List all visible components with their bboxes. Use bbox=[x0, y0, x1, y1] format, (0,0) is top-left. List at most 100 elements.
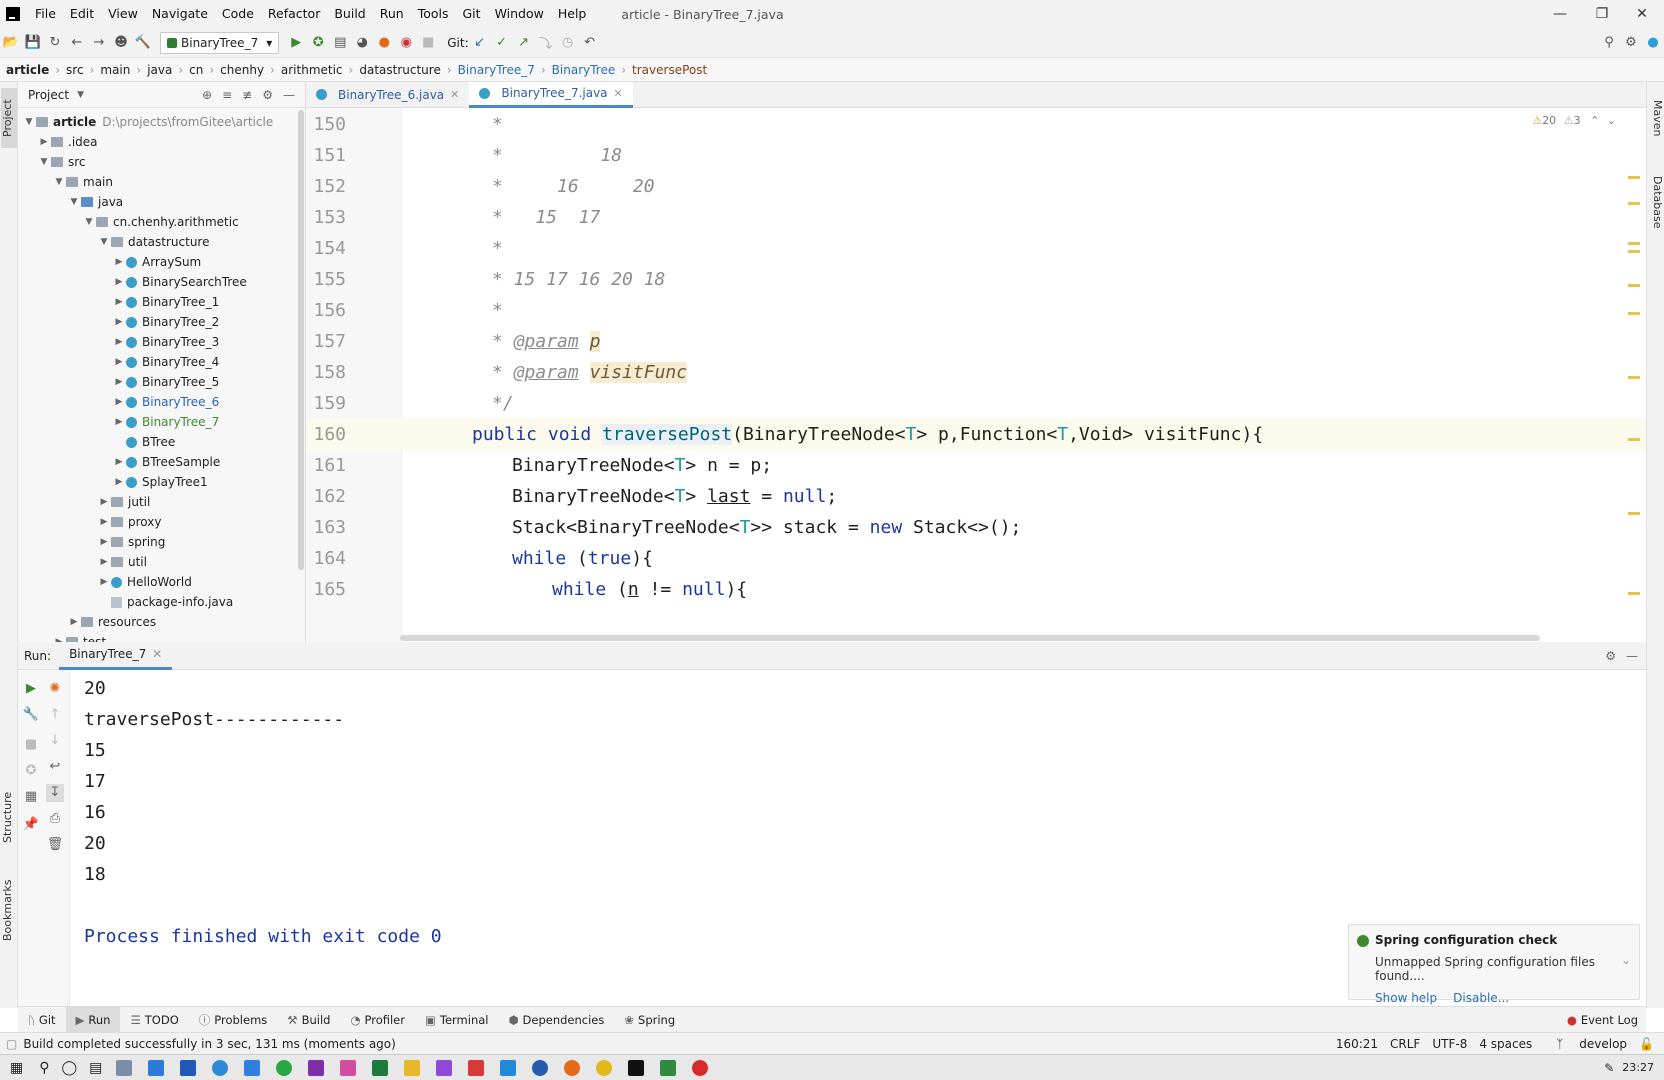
scroll-to-end-icon[interactable]: ↧ bbox=[46, 784, 64, 802]
chevron-right-icon[interactable]: ▶ bbox=[97, 517, 111, 527]
chevron-right-icon[interactable]: ▶ bbox=[112, 317, 126, 327]
tool-window-terminal[interactable]: ▣ Terminal bbox=[415, 1007, 498, 1033]
breadcrumb-item[interactable]: chenhy bbox=[214, 63, 270, 77]
tree-item[interactable]: ▶ BinaryTree_4 bbox=[18, 352, 305, 372]
menu-item-build[interactable]: Build bbox=[327, 0, 372, 28]
vcs-user-icon[interactable]: ☻ bbox=[110, 32, 132, 54]
coverage-icon[interactable]: ▤ bbox=[329, 32, 351, 54]
chevron-down-icon[interactable]: ▼ bbox=[52, 177, 66, 187]
rerun-icon[interactable]: ▶ bbox=[22, 680, 40, 698]
app-grid-icon[interactable] bbox=[468, 1059, 485, 1076]
calculator-icon[interactable] bbox=[116, 1059, 133, 1076]
layout-toggle-icon[interactable]: ▢ bbox=[6, 1037, 17, 1051]
scroll-marker[interactable] bbox=[1628, 312, 1640, 315]
tool-window-git[interactable]: ᚢ Git bbox=[18, 1007, 66, 1033]
store-icon[interactable] bbox=[180, 1059, 197, 1076]
chevron-right-icon[interactable]: ▶ bbox=[97, 577, 111, 587]
close-icon[interactable]: ✕ bbox=[152, 647, 162, 661]
excel-alt-icon[interactable] bbox=[660, 1059, 677, 1076]
search-icon[interactable]: ⚲ bbox=[39, 1060, 49, 1076]
tree-item[interactable]: package-info.java bbox=[18, 592, 305, 612]
tree-item[interactable]: ▶ BTreeSample bbox=[18, 452, 305, 472]
breadcrumb-item[interactable]: BinaryTree_7 bbox=[452, 63, 541, 77]
tree-item[interactable]: ▶ BinaryTree_1 bbox=[18, 292, 305, 312]
chevron-up-icon[interactable]: ⌃ bbox=[1590, 114, 1599, 127]
tree-item[interactable]: ▼ java bbox=[18, 192, 305, 212]
tool-window-run[interactable]: ▶ Run bbox=[65, 1006, 121, 1033]
cortana-icon[interactable]: ◯ bbox=[62, 1060, 78, 1076]
disable-link[interactable]: Disable... bbox=[1453, 991, 1509, 1005]
scroll-marker[interactable] bbox=[1628, 376, 1640, 379]
explorer-icon[interactable] bbox=[404, 1059, 421, 1076]
onenote-icon[interactable] bbox=[308, 1059, 325, 1076]
breadcrumb-item[interactable]: arithmetic bbox=[275, 63, 349, 77]
tree-root[interactable]: ▼ article D:\projects\fromGitee\article bbox=[18, 112, 305, 132]
chevron-right-icon[interactable]: ▶ bbox=[112, 417, 126, 427]
git-merge-icon[interactable]: ⤵ bbox=[535, 32, 557, 54]
breadcrumb-item[interactable]: main bbox=[94, 63, 136, 77]
chevron-down-icon[interactable]: ▼ bbox=[82, 217, 96, 227]
maven-tool-tab[interactable]: Maven bbox=[1648, 88, 1664, 148]
tool-window-dependencies[interactable]: ⬢ Dependencies bbox=[498, 1007, 614, 1033]
soft-wrap-icon[interactable]: ↩ bbox=[46, 758, 64, 776]
tree-item[interactable]: ▶ resources bbox=[18, 612, 305, 632]
profile-icon[interactable]: ◕ bbox=[351, 32, 373, 54]
chevron-down-icon[interactable]: ▼ bbox=[37, 157, 51, 167]
build-tool-icon[interactable]: ● bbox=[373, 32, 395, 54]
caret-position[interactable]: 160:21 bbox=[1336, 1037, 1378, 1051]
chevron-right-icon[interactable]: ▶ bbox=[97, 537, 111, 547]
bookmarks-tool-tab[interactable]: Bookmarks bbox=[1, 870, 17, 950]
expand-all-icon[interactable]: ≡ bbox=[222, 88, 232, 102]
menu-item-git[interactable]: Git bbox=[456, 0, 488, 28]
wrench-icon[interactable]: 🔧 bbox=[22, 706, 40, 724]
scroll-marker[interactable] bbox=[1628, 284, 1640, 287]
stop-icon[interactable]: ■ bbox=[417, 32, 439, 54]
save-icon[interactable]: 💾 bbox=[22, 32, 44, 54]
menu-item-run[interactable]: Run bbox=[373, 0, 411, 28]
tree-item[interactable]: ▶ BinaryTree_6 bbox=[18, 392, 305, 412]
tree-item[interactable]: ▶ spring bbox=[18, 532, 305, 552]
breadcrumb-item[interactable]: src bbox=[60, 63, 90, 77]
lock-icon[interactable]: 🔓 bbox=[1639, 1037, 1654, 1051]
arrow-down-icon[interactable]: ↓ bbox=[46, 732, 64, 750]
git-history-icon[interactable]: ◷ bbox=[557, 32, 579, 54]
gear-icon[interactable]: ⚙ bbox=[262, 88, 273, 102]
menu-item-help[interactable]: Help bbox=[551, 0, 594, 28]
intellij-icon[interactable] bbox=[628, 1059, 645, 1076]
back-icon[interactable]: ← bbox=[66, 32, 88, 54]
tree-item[interactable]: ▼ datastructure bbox=[18, 232, 305, 252]
chevron-down-icon[interactable]: ⌄ bbox=[1621, 953, 1631, 967]
scroll-marker[interactable] bbox=[1628, 242, 1640, 245]
hide-icon[interactable]: — bbox=[283, 88, 295, 102]
paint-icon[interactable] bbox=[340, 1059, 357, 1076]
tool-window-spring[interactable]: ❀ Spring bbox=[614, 1007, 685, 1033]
chevron-right-icon[interactable]: ▶ bbox=[112, 257, 126, 267]
tree-item[interactable]: ▶ jutil bbox=[18, 492, 305, 512]
tree-item[interactable]: ▶ BinarySearchTree bbox=[18, 272, 305, 292]
run-icon[interactable]: ▶ bbox=[285, 32, 307, 54]
scroll-marker[interactable] bbox=[1628, 250, 1640, 253]
tree-item[interactable]: ▼ cn.chenhy.arithmetic bbox=[18, 212, 305, 232]
mail-icon[interactable] bbox=[148, 1059, 165, 1076]
inspection-widget[interactable]: ⚠20 ⚠3 ⌃ ⌄ bbox=[1532, 114, 1616, 127]
scroll-marker[interactable] bbox=[1628, 202, 1640, 205]
visual-studio-icon[interactable] bbox=[436, 1059, 453, 1076]
indent-setting[interactable]: 4 spaces bbox=[1479, 1037, 1532, 1051]
chevron-down-icon[interactable]: ▼ bbox=[97, 237, 111, 247]
chevron-down-icon[interactable]: ▼ bbox=[77, 90, 84, 100]
tree-item[interactable]: ▶ SplayTree1 bbox=[18, 472, 305, 492]
chevron-right-icon[interactable]: ▶ bbox=[112, 457, 126, 467]
music-icon[interactable] bbox=[692, 1059, 709, 1076]
git-update-icon[interactable]: ↙ bbox=[469, 32, 491, 54]
layout-icon[interactable]: ▦ bbox=[22, 788, 40, 806]
tree-item[interactable]: BTree bbox=[18, 432, 305, 452]
breadcrumb-item[interactable]: article bbox=[0, 63, 55, 77]
tree-item[interactable]: ▶ proxy bbox=[18, 512, 305, 532]
editor-tab[interactable]: BinaryTree_7.java ✕ bbox=[469, 81, 633, 108]
run-tab[interactable]: BinaryTree_7 ✕ bbox=[59, 642, 173, 670]
tree-item[interactable]: ▶ BinaryTree_7 bbox=[18, 412, 305, 432]
wechat-icon[interactable] bbox=[276, 1059, 293, 1076]
breadcrumb-item[interactable]: java bbox=[141, 63, 178, 77]
app-star-icon[interactable] bbox=[500, 1059, 517, 1076]
menu-item-navigate[interactable]: Navigate bbox=[145, 0, 215, 28]
